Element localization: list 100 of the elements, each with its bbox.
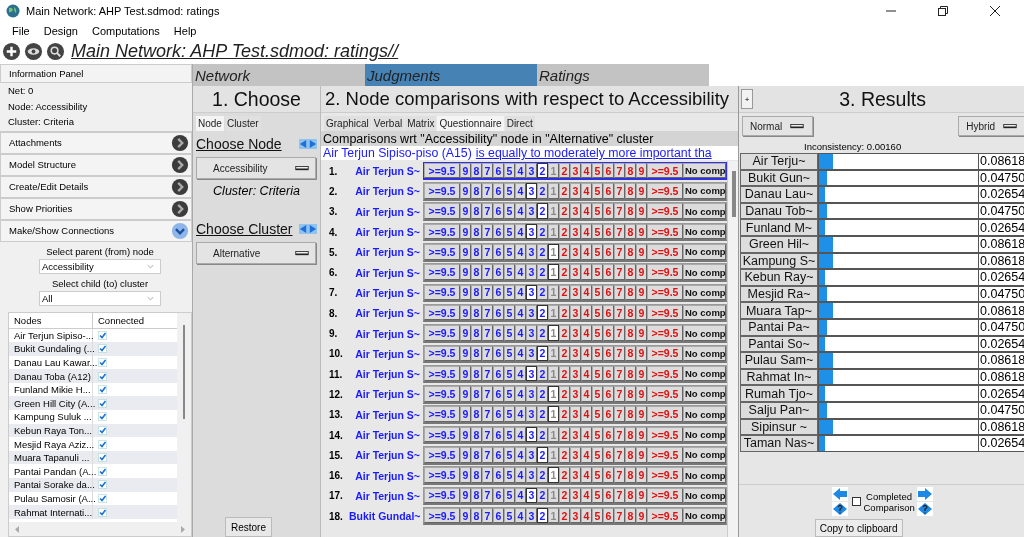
scale-button[interactable]: >=9.5	[647, 325, 683, 341]
scale-button[interactable]: 3	[526, 325, 537, 341]
scale-button[interactable]: 5	[504, 162, 515, 179]
scale-button[interactable]: 6	[603, 386, 614, 402]
accordion-header[interactable]: Attachments	[0, 131, 192, 154]
scale-button[interactable]: 6	[493, 406, 504, 422]
tab[interactable]: Ratings	[537, 64, 709, 86]
scale-button[interactable]: 5	[592, 304, 603, 321]
alternative-button[interactable]: Rumah Tjo~	[740, 385, 818, 402]
no-comparison-button[interactable]: No comp	[683, 487, 726, 504]
scale-button[interactable]: >=9.5	[424, 203, 460, 219]
scale-button[interactable]: >=9.5	[647, 284, 683, 301]
scale-button[interactable]: 1	[548, 325, 559, 341]
scale-button[interactable]: 7	[614, 223, 625, 240]
expand-button[interactable]: +	[741, 89, 753, 109]
scale-button[interactable]: 7	[482, 162, 493, 179]
copy-button[interactable]: Copy to clipboard	[814, 519, 903, 537]
scale-button[interactable]: 5	[592, 284, 603, 301]
scale-button[interactable]: 5	[592, 244, 603, 260]
checkbox[interactable]	[98, 439, 107, 449]
scale-button[interactable]: 2	[537, 223, 548, 240]
scale-button[interactable]: 5	[504, 467, 515, 483]
scale-button[interactable]: 5	[504, 203, 515, 219]
scale-button[interactable]: 2	[559, 345, 570, 362]
scale-button[interactable]: 6	[603, 406, 614, 422]
mode-tab[interactable]: Questionnaire	[437, 116, 504, 131]
scale-button[interactable]: 1	[548, 244, 559, 260]
alternative-button[interactable]: Pulau Sam~	[740, 352, 818, 369]
scale-button[interactable]: 6	[493, 244, 504, 260]
scale-button[interactable]: 7	[614, 406, 625, 422]
scale-button[interactable]: 1	[548, 264, 559, 280]
scale-button[interactable]: >=9.5	[424, 467, 460, 483]
accordion-header[interactable]: Make/Show Connections	[0, 219, 192, 242]
no-comparison-button[interactable]: No comp	[683, 325, 726, 341]
scale-button[interactable]: >=9.5	[647, 365, 683, 382]
scale-button[interactable]: 6	[603, 447, 614, 463]
scale-button[interactable]: 2	[559, 426, 570, 443]
scale-button[interactable]: >=9.5	[647, 223, 683, 240]
forward-arrow-icon[interactable]	[916, 487, 933, 501]
alternative-button[interactable]: Air Terju~	[740, 153, 818, 170]
scale-button[interactable]: >=9.5	[647, 203, 683, 219]
scale-button[interactable]: 2	[559, 507, 570, 524]
scale-button[interactable]: 2	[559, 284, 570, 301]
column-header[interactable]: Connected	[93, 312, 177, 328]
scale-button[interactable]: 3	[526, 467, 537, 483]
no-comparison-button[interactable]: No comp	[683, 386, 726, 402]
scale-button[interactable]: 7	[482, 507, 493, 524]
scale-button[interactable]: >=9.5	[424, 325, 460, 341]
scale-button[interactable]: 3	[570, 264, 581, 280]
scale-button[interactable]: 2	[559, 223, 570, 240]
scale-button[interactable]: >=9.5	[424, 244, 460, 260]
scale-button[interactable]: 5	[504, 345, 515, 362]
scale-button[interactable]: >=9.5	[647, 487, 683, 504]
scale-button[interactable]: 6	[493, 183, 504, 199]
scale-button[interactable]: 3	[570, 325, 581, 341]
scale-button[interactable]: 3	[570, 244, 581, 260]
scale-button[interactable]: 5	[592, 426, 603, 443]
scale-button[interactable]: 5	[504, 223, 515, 240]
scale-button[interactable]: 5	[592, 325, 603, 341]
child-cluster-select[interactable]: All	[39, 290, 161, 306]
scale-button[interactable]: 2	[537, 183, 548, 199]
scale-button[interactable]: 7	[614, 284, 625, 301]
scale-button[interactable]: 6	[493, 386, 504, 402]
scale-button[interactable]: 5	[504, 264, 515, 280]
checkbox[interactable]	[98, 371, 107, 381]
scrollbar-thumb[interactable]	[731, 171, 736, 217]
checkbox[interactable]	[98, 398, 107, 408]
scale-button[interactable]: 3	[570, 386, 581, 402]
scale-button[interactable]: 6	[493, 447, 504, 463]
scale-button[interactable]: 7	[482, 284, 493, 301]
scale-button[interactable]: >=9.5	[424, 284, 460, 301]
scale-button[interactable]: 7	[482, 325, 493, 341]
scale-button[interactable]: >=9.5	[424, 264, 460, 280]
scale-button[interactable]: >=9.5	[647, 244, 683, 260]
checkbox[interactable]	[98, 480, 107, 490]
scale-button[interactable]: >=9.5	[424, 386, 460, 402]
left-right-arrows-icon[interactable]	[299, 139, 317, 149]
scale-button[interactable]: 7	[614, 325, 625, 341]
scale-button[interactable]: 2	[537, 487, 548, 504]
scale-button[interactable]: 7	[482, 467, 493, 483]
scale-button[interactable]: >=9.5	[647, 345, 683, 362]
cluster-dropdown[interactable]: Alternative	[196, 242, 316, 264]
scale-button[interactable]: 1	[548, 406, 559, 422]
mode-tab[interactable]: Direct	[504, 116, 535, 131]
scale-button[interactable]: 2	[537, 345, 548, 362]
scale-button[interactable]: 3	[570, 183, 581, 199]
scale-button[interactable]: 2	[559, 264, 570, 280]
scale-button[interactable]: 5	[592, 365, 603, 382]
scale-button[interactable]: >=9.5	[424, 183, 460, 199]
alternative-button[interactable]: Kebun Ray~	[740, 269, 818, 286]
no-comparison-button[interactable]: No comp	[683, 264, 726, 280]
tab[interactable]: Judgments	[365, 64, 537, 86]
scale-button[interactable]: 7	[614, 264, 625, 280]
no-comparison-button[interactable]: No comp	[683, 406, 726, 422]
checkbox[interactable]	[98, 358, 107, 367]
scale-button[interactable]: 5	[504, 183, 515, 199]
scale-button[interactable]: >=9.5	[424, 447, 460, 463]
scale-button[interactable]: 5	[504, 365, 515, 382]
no-comparison-button[interactable]: No comp	[683, 284, 726, 301]
scale-button[interactable]: 5	[592, 223, 603, 240]
